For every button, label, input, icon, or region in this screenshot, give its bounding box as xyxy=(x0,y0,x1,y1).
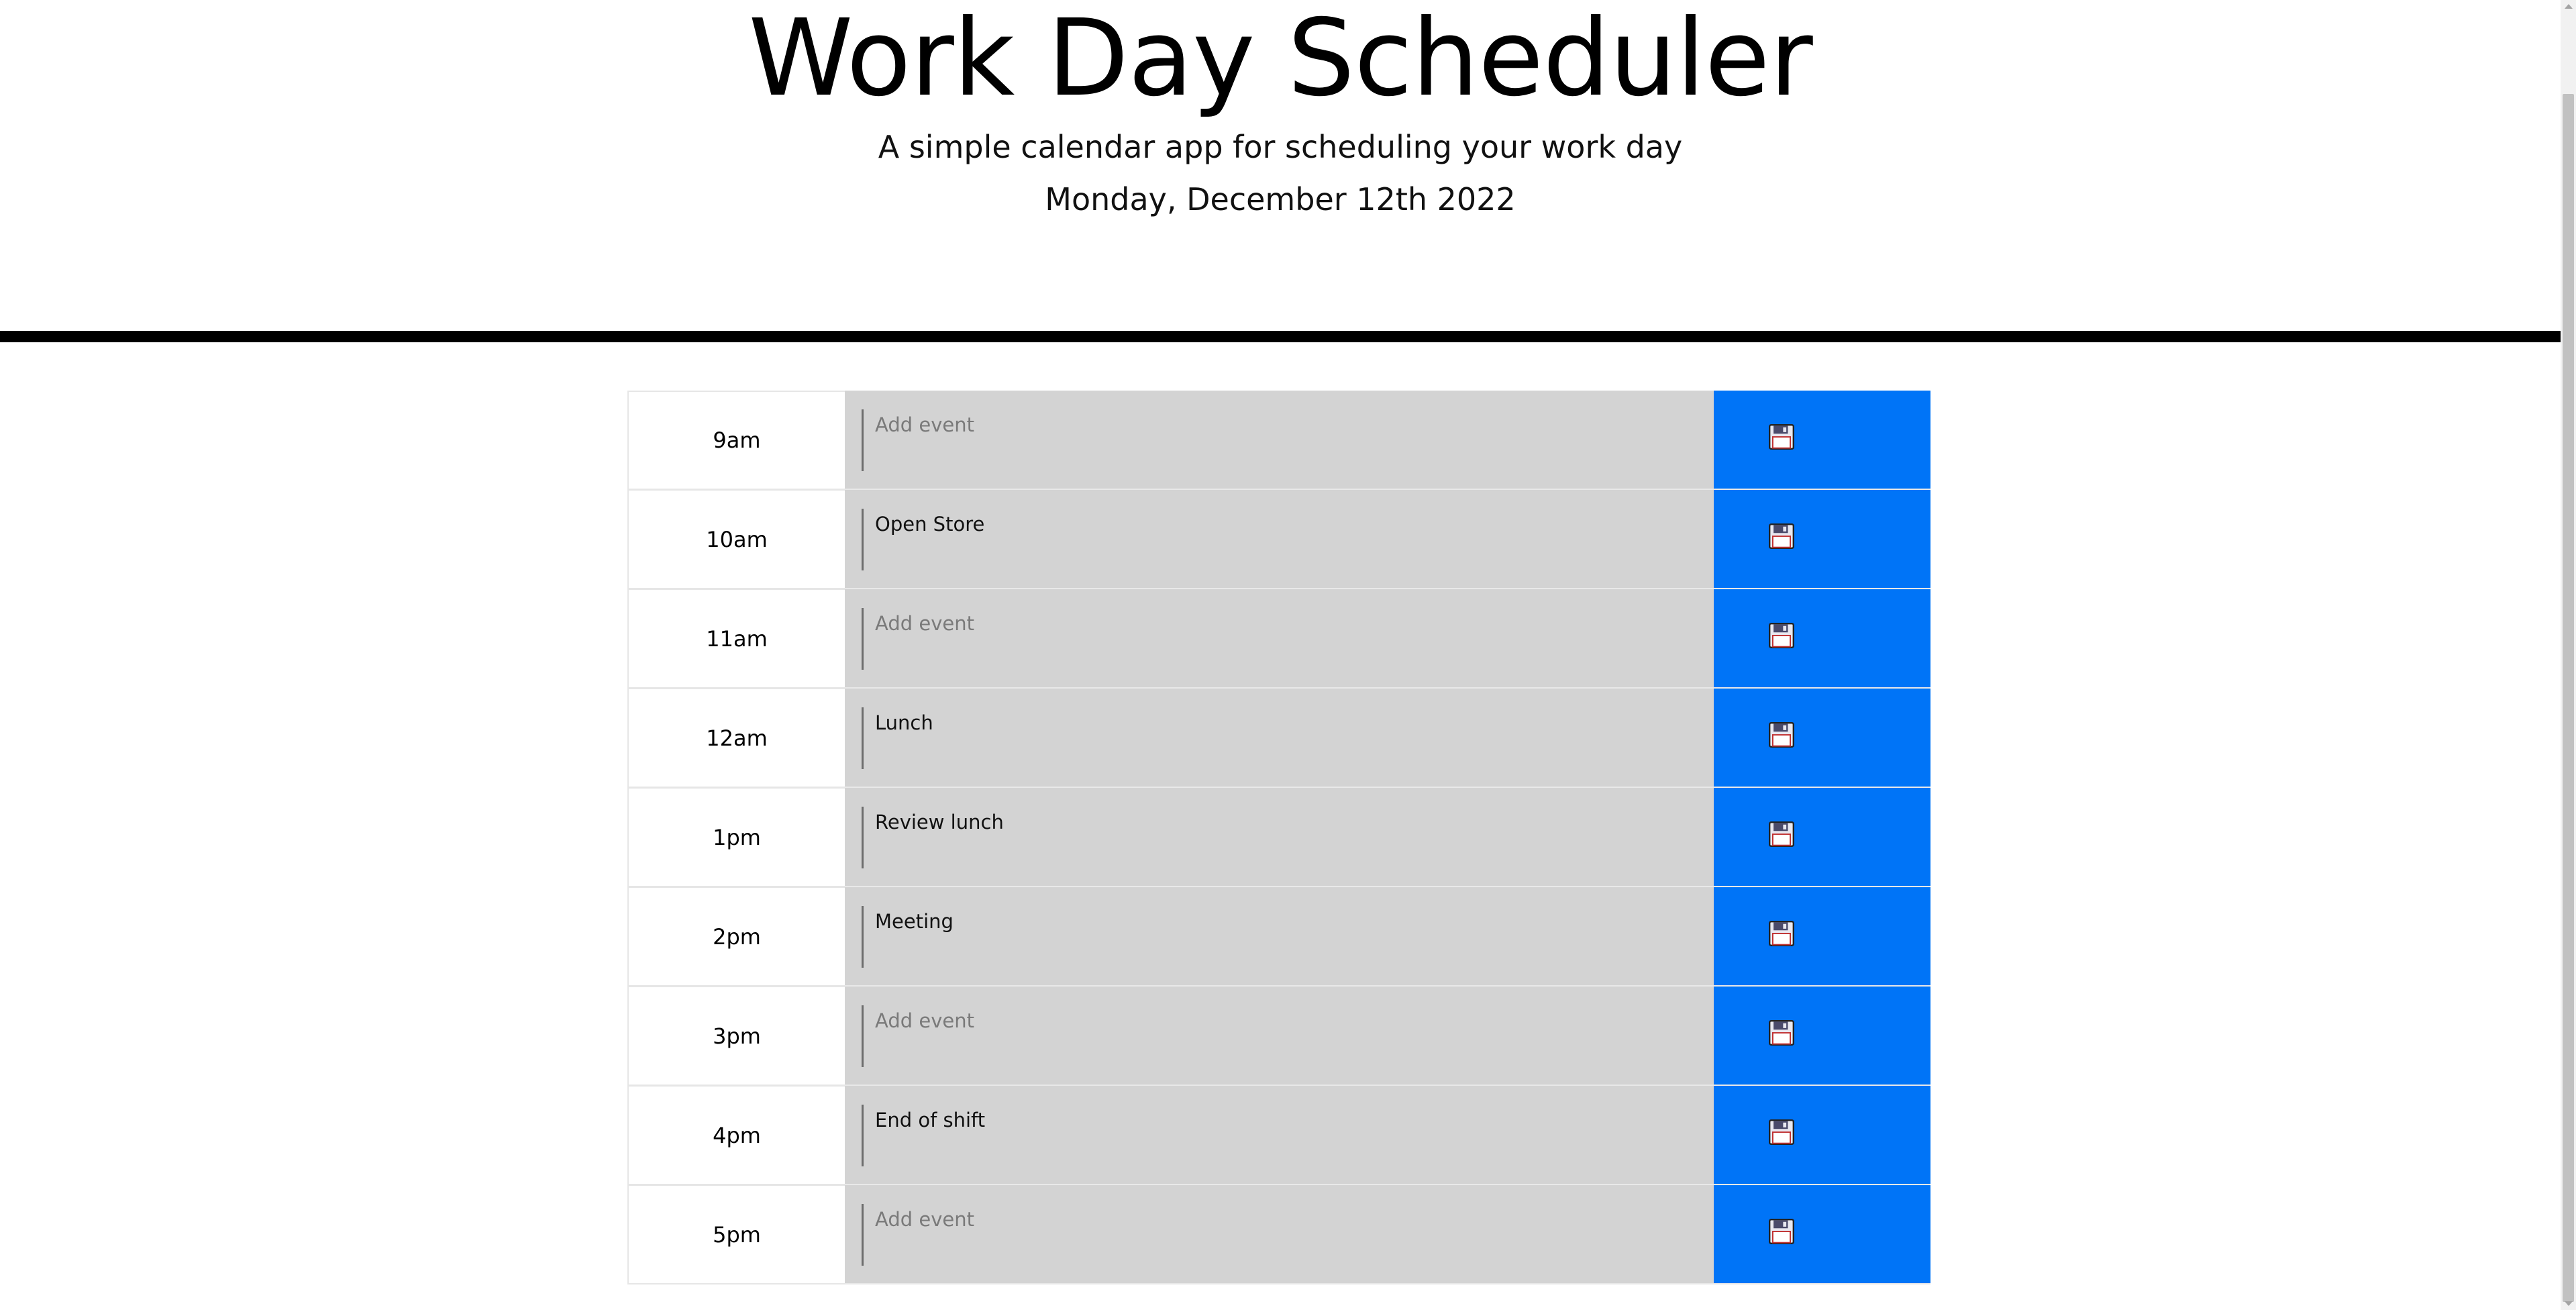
save-button[interactable] xyxy=(1714,589,1930,689)
page: Work Day Scheduler A simple calendar app… xyxy=(0,0,2576,1310)
hour-label: 4pm xyxy=(627,1086,845,1185)
event-input[interactable] xyxy=(862,1105,1694,1166)
time-block-row: 1pm xyxy=(627,788,1930,887)
event-input[interactable] xyxy=(862,608,1694,670)
time-block-row: 4pm xyxy=(627,1086,1930,1185)
floppy-disk-icon xyxy=(1769,722,1794,748)
floppy-disk-icon xyxy=(1769,623,1794,648)
floppy-disk-icon xyxy=(1769,1119,1794,1145)
event-cell xyxy=(845,490,1714,589)
page-subtitle: A simple calendar app for scheduling you… xyxy=(878,129,1683,165)
event-cell xyxy=(845,788,1714,887)
floppy-disk-icon xyxy=(1769,821,1794,847)
event-cell xyxy=(845,1185,1714,1284)
floppy-disk-icon xyxy=(1769,1219,1794,1244)
event-cell xyxy=(845,887,1714,987)
hour-label: 1pm xyxy=(627,788,845,887)
save-button[interactable] xyxy=(1714,788,1930,887)
hour-label: 2pm xyxy=(627,887,845,987)
floppy-disk-icon xyxy=(1769,523,1794,549)
event-cell xyxy=(845,589,1714,689)
scrollbar-thumb[interactable] xyxy=(2563,94,2574,1302)
save-button[interactable] xyxy=(1714,887,1930,987)
hour-label: 12am xyxy=(627,689,845,788)
vertical-scrollbar[interactable] xyxy=(2561,0,2576,1310)
scroll-down-icon[interactable] xyxy=(2565,1301,2573,1306)
save-button[interactable] xyxy=(1714,689,1930,788)
save-button[interactable] xyxy=(1714,987,1930,1086)
hour-label: 11am xyxy=(627,589,845,689)
event-input[interactable] xyxy=(862,509,1694,570)
save-button[interactable] xyxy=(1714,1185,1930,1284)
save-button[interactable] xyxy=(1714,490,1930,589)
page-header: Work Day Scheduler A simple calendar app… xyxy=(0,0,2561,342)
event-input[interactable] xyxy=(862,807,1694,868)
event-input[interactable] xyxy=(862,1204,1694,1266)
hour-label: 5pm xyxy=(627,1185,845,1284)
event-input[interactable] xyxy=(862,906,1694,968)
save-button[interactable] xyxy=(1714,391,1930,490)
time-block-row: 11am xyxy=(627,589,1930,689)
event-cell xyxy=(845,987,1714,1086)
hour-label: 3pm xyxy=(627,987,845,1086)
floppy-disk-icon xyxy=(1769,921,1794,946)
event-input[interactable] xyxy=(862,707,1694,769)
hour-label: 9am xyxy=(627,391,845,490)
save-button[interactable] xyxy=(1714,1086,1930,1185)
event-cell xyxy=(845,391,1714,490)
page-title: Work Day Scheduler xyxy=(748,0,1813,120)
schedule-container: 9am 10am 11am xyxy=(627,391,1930,1284)
event-cell xyxy=(845,1086,1714,1185)
current-date: Monday, December 12th 2022 xyxy=(1045,181,1516,217)
event-input[interactable] xyxy=(862,409,1694,471)
time-block-row: 12am xyxy=(627,689,1930,788)
time-block-row: 2pm xyxy=(627,887,1930,987)
time-block-row: 10am xyxy=(627,490,1930,589)
time-block-row: 5pm xyxy=(627,1185,1930,1284)
time-block-row: 3pm xyxy=(627,987,1930,1086)
floppy-disk-icon xyxy=(1769,424,1794,450)
floppy-disk-icon xyxy=(1769,1020,1794,1046)
event-cell xyxy=(845,689,1714,788)
hour-label: 10am xyxy=(627,490,845,589)
event-input[interactable] xyxy=(862,1005,1694,1067)
scroll-up-icon[interactable] xyxy=(2565,4,2573,9)
time-block-row: 9am xyxy=(627,391,1930,490)
